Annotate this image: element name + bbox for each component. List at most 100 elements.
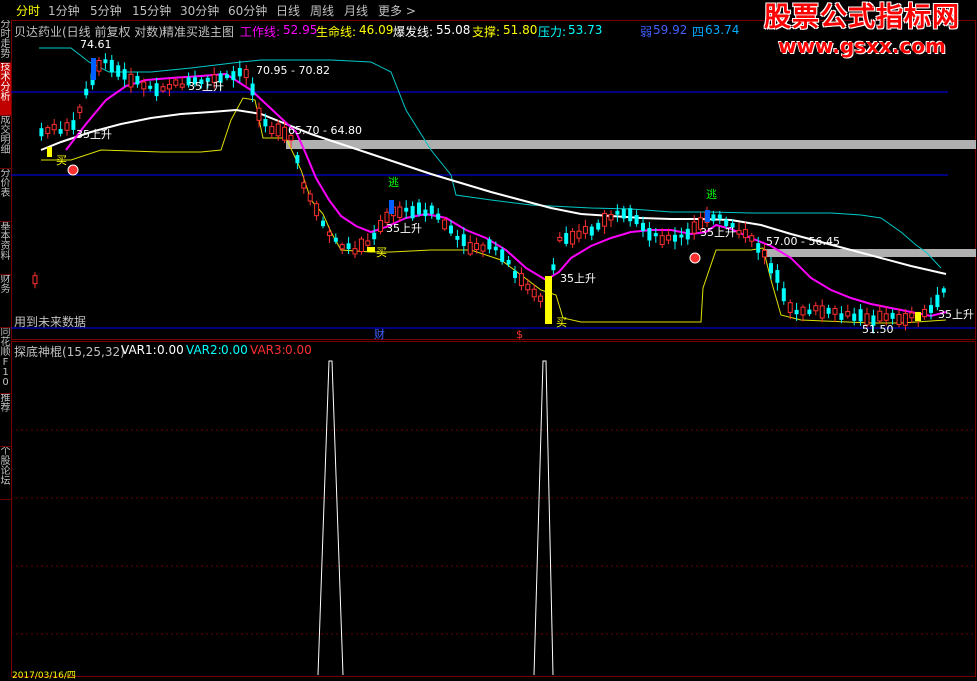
candle-body: [346, 243, 351, 250]
tab-1min[interactable]: 1分钟: [48, 2, 80, 19]
candle-body: [813, 305, 819, 312]
var2-value: 0.00: [221, 343, 248, 357]
tab-daily[interactable]: 日线: [276, 2, 300, 19]
sidebar-item-forum[interactable]: 个股论坛: [0, 447, 11, 500]
var1-spike-line: [317, 360, 344, 676]
candle-body: [467, 242, 473, 255]
burst-line-value: 55.08: [436, 23, 471, 37]
candle-body: [77, 106, 83, 113]
candle-body: [781, 288, 786, 302]
candle-body: [742, 229, 748, 239]
candle-body: [372, 232, 377, 240]
tab-weekly[interactable]: 周线: [310, 2, 334, 19]
tab-30min[interactable]: 30分钟: [180, 2, 219, 19]
sidebar-item-technical[interactable]: 技术分析: [0, 63, 11, 116]
candle-body: [256, 107, 262, 121]
sidebar-item-f10[interactable]: 同花顺F10: [0, 328, 11, 394]
candle-body: [877, 310, 883, 322]
tab-more[interactable]: 更多 >: [378, 2, 416, 19]
sidebar-item-recommend[interactable]: 推荐: [0, 394, 11, 447]
candle-body: [96, 60, 102, 72]
event-circle-icon[interactable]: [689, 252, 701, 264]
high-price-label: 74.61: [80, 38, 112, 51]
candle-body: [148, 85, 153, 89]
r2-label: 四: [692, 25, 705, 39]
candle-body: [282, 126, 288, 141]
watermark-title: 股票公式指标网: [764, 2, 960, 33]
candle-body: [493, 246, 498, 251]
date-footer: 2017/03/16/四: [12, 671, 76, 681]
tab-60min[interactable]: 60分钟: [228, 2, 267, 19]
period-toolbar: 分时 1分钟 5分钟 15分钟 30分钟 60分钟 日线 周线 月线 更多 >: [12, 0, 752, 20]
rise-signal-label: 35上升: [386, 222, 422, 235]
rise-signal-label: 35上升: [938, 308, 974, 321]
candle-body: [480, 244, 486, 252]
candle-body: [673, 234, 677, 242]
candle-body: [819, 305, 825, 319]
candle-body: [890, 312, 895, 319]
tab-5min[interactable]: 5分钟: [90, 2, 122, 19]
sidebar-item-price-table[interactable]: 分价表: [0, 169, 11, 222]
sidebar-item-trades[interactable]: 成交明细: [0, 116, 11, 169]
candle-body: [116, 65, 121, 77]
buy-marker-bar: [47, 147, 52, 157]
pressure-value: 53.73: [568, 23, 603, 37]
candle-body: [71, 120, 76, 130]
candle-body: [525, 283, 531, 291]
candle-body: [225, 74, 229, 79]
sidebar-item-profile[interactable]: 基本资料: [0, 222, 11, 275]
indicator-name: 精准买逃主图: [162, 25, 235, 39]
burst-line-label: 爆发线:: [393, 25, 434, 39]
candle-body: [103, 59, 108, 64]
candle-body: [845, 311, 851, 317]
buy-marker-bar: [367, 247, 375, 252]
candle-body: [736, 229, 742, 235]
candle-body: [365, 240, 371, 246]
candle-body: [800, 306, 806, 316]
sidebar-item-finance[interactable]: 财务: [0, 275, 11, 328]
finance-marker[interactable]: 财: [374, 326, 385, 342]
future-data-note: 用到未来数据: [14, 315, 87, 329]
sidebar-item-timeshare[interactable]: 分时走势: [0, 20, 11, 63]
candle-body: [794, 309, 799, 315]
candle-body: [839, 313, 844, 320]
candle-body: [711, 214, 716, 222]
sub-indicator-name: 探底神棍(15,25,32): [14, 345, 125, 359]
candle-body: [576, 230, 582, 239]
tab-timeshare[interactable]: 分时: [16, 2, 40, 19]
candle-body: [449, 225, 453, 234]
candle-body: [423, 209, 428, 217]
candle-body: [602, 212, 608, 227]
candle-body: [659, 235, 665, 246]
range-label-1: 70.95 - 70.82: [256, 64, 330, 77]
tab-monthly[interactable]: 月线: [344, 2, 368, 19]
range-label-3: 57.00 - 56.45: [766, 235, 840, 248]
candle-body: [807, 309, 812, 315]
candle-body: [941, 288, 946, 293]
candle-body: [64, 122, 70, 131]
dividend-marker[interactable]: $: [516, 328, 523, 341]
candle-body: [570, 230, 576, 245]
escape-signal-label: 逃: [388, 176, 399, 189]
escape-marker-bar: [705, 210, 710, 222]
candle-body: [314, 203, 320, 217]
candle-body: [263, 119, 268, 127]
var1-value: 0.00: [157, 343, 184, 357]
candle-body: [717, 214, 722, 220]
candle-body: [333, 237, 338, 242]
tab-15min[interactable]: 15分钟: [132, 2, 171, 19]
candle-body: [538, 295, 544, 302]
candle-body: [429, 205, 434, 214]
candle-body: [160, 86, 166, 92]
candle-body: [608, 214, 614, 221]
candle-body: [84, 88, 89, 96]
sub-grid: [11, 429, 975, 635]
candle-body: [762, 249, 768, 258]
candle-body: [666, 234, 672, 241]
candle-body: [487, 239, 492, 250]
event-circle-icon[interactable]: [67, 164, 79, 176]
candle-body: [621, 208, 626, 219]
candle-body: [109, 59, 114, 73]
left-sidebar: 分时走势 技术分析 成交明细 分价表 基本资料 财务 同花顺F10 推荐 个股论…: [0, 20, 11, 678]
candle-body: [896, 313, 902, 325]
